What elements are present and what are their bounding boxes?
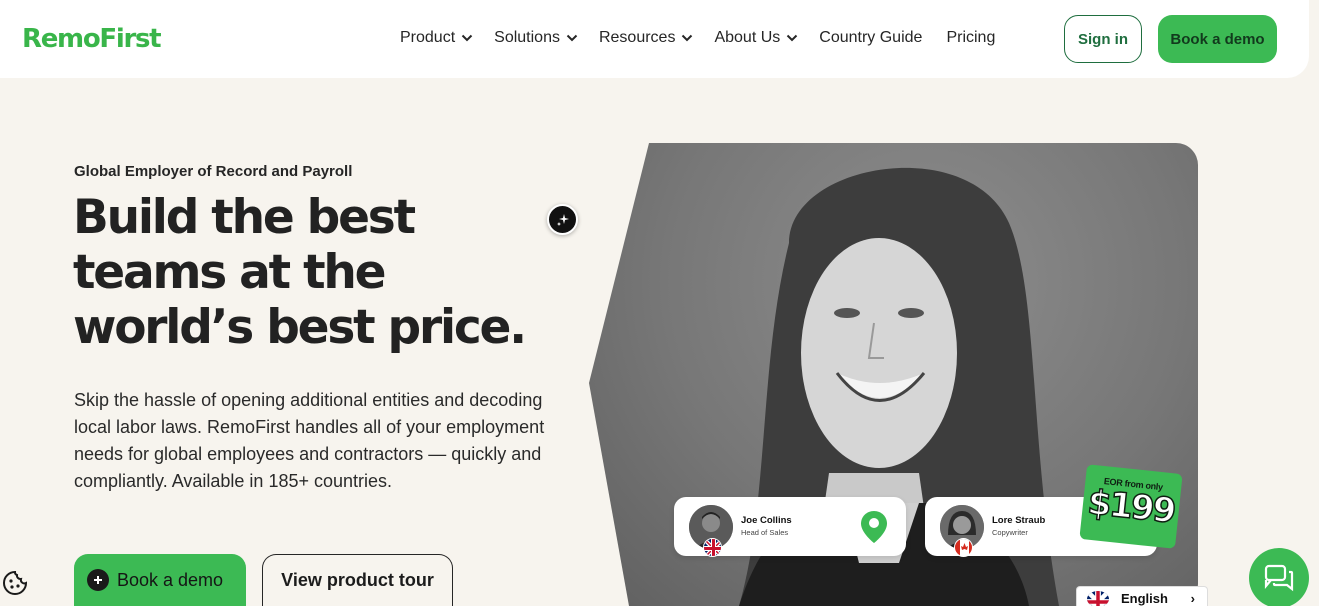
main-nav: Product Solutions Resources About Us Cou… xyxy=(400,29,1016,47)
nav-item-label: Pricing xyxy=(946,29,996,46)
nav-item-label: Resources xyxy=(598,29,676,46)
location-pin-icon xyxy=(860,510,888,549)
employee-name: Joe Collins xyxy=(741,515,792,526)
logo[interactable]: RemoFirst xyxy=(22,24,162,54)
nav-item-product[interactable]: Product xyxy=(400,29,473,47)
nav-item-country-guide[interactable]: Country Guide xyxy=(819,29,922,47)
chevron-down-icon xyxy=(787,34,798,42)
chat-icon[interactable] xyxy=(1249,548,1309,606)
employee-role: Head of Sales xyxy=(741,528,789,537)
language-selector[interactable]: English › xyxy=(1076,586,1208,606)
view-product-tour-button[interactable]: View product tour xyxy=(262,554,453,606)
hero-eyebrow: Global Employer of Record and Payroll xyxy=(74,163,353,180)
nav-item-about-us[interactable]: About Us xyxy=(714,29,798,47)
sign-in-button[interactable]: Sign in xyxy=(1064,15,1142,63)
sparkle-chat-icon[interactable] xyxy=(547,204,578,235)
hero-headline: Build the best teams at the world’s best… xyxy=(73,190,527,355)
price-tag-badge: EOR from only $199 xyxy=(1079,464,1183,549)
nav-item-label: About Us xyxy=(714,29,781,46)
cookie-icon[interactable] xyxy=(2,570,28,596)
book-demo-label: Book a demo xyxy=(117,569,224,590)
employee-card-joe: Joe Collins Head of Sales xyxy=(674,497,906,557)
employee-role: Copywriter xyxy=(992,528,1028,537)
plus-icon xyxy=(87,569,109,591)
nav-item-resources[interactable]: Resources xyxy=(599,29,693,47)
nav-item-pricing[interactable]: Pricing xyxy=(946,29,995,47)
nav-item-solutions[interactable]: Solutions xyxy=(494,29,578,47)
chevron-down-icon xyxy=(682,34,693,42)
nav-item-label: Product xyxy=(400,29,456,46)
chevron-down-icon xyxy=(461,34,473,42)
book-demo-button[interactable]: Book a demo xyxy=(74,554,246,606)
price-tag-price: $199 xyxy=(1085,482,1177,532)
nav-item-label: Solutions xyxy=(494,29,560,46)
employee-name: Lore Straub xyxy=(992,515,1046,526)
canada-flag-icon xyxy=(954,538,973,557)
chevron-down-icon xyxy=(566,34,578,42)
nav-item-label: Country Guide xyxy=(819,29,923,46)
uk-flag-icon xyxy=(1087,590,1109,606)
book-demo-header-button[interactable]: Book a demo xyxy=(1158,15,1277,63)
language-label: English xyxy=(1121,591,1168,606)
site-header: RemoFirst Product Solutions Resources Ab… xyxy=(0,0,1309,78)
chevron-right-icon: › xyxy=(1190,591,1195,606)
hero-description: Skip the hassle of opening additional en… xyxy=(74,390,545,491)
uk-flag-icon xyxy=(703,538,722,557)
